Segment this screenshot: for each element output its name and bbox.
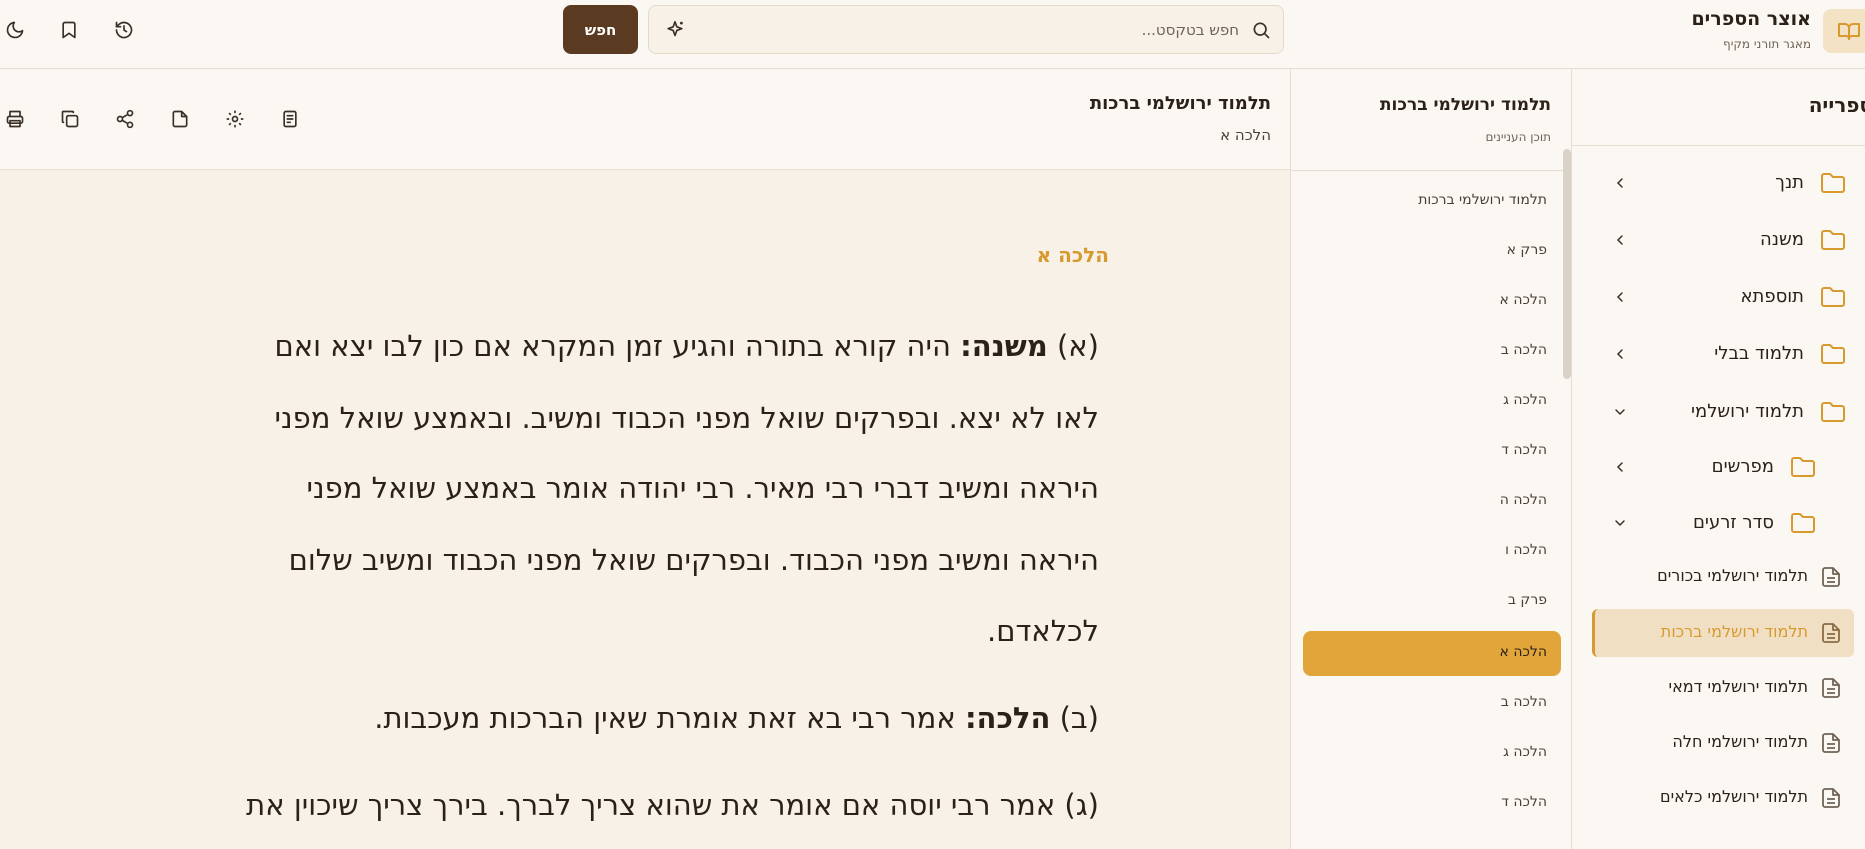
chevron-left-icon [1612, 346, 1628, 362]
chevron-down-icon [1612, 404, 1628, 420]
book-label: תלמוד ירושלמי דמאי [1668, 677, 1808, 696]
bookmark-icon[interactable] [53, 14, 85, 46]
category-label: תוספתא [1740, 286, 1804, 307]
toc-item[interactable]: תלמוד ירושלמי ברכות [1303, 179, 1561, 224]
gear-icon[interactable] [220, 104, 250, 134]
text-line: היראה ומשיב מפני הכבוד. ובפרקים שואל מפנ… [288, 543, 1099, 577]
toc-title: תלמוד ירושלמי ברכות [1379, 95, 1551, 115]
category-yerushalmi[interactable]: תלמוד ירושלמי [1572, 392, 1865, 432]
folder-icon [1820, 343, 1846, 365]
text-line: (א) משנה: היה קורא בתורה והגיע זמן המקרא… [274, 329, 1100, 363]
document-icon [1822, 733, 1840, 753]
document-icon [1822, 678, 1840, 698]
toc-item[interactable]: הלכה ו [1303, 529, 1561, 574]
toc-item[interactable]: הלכה ב [1303, 329, 1561, 374]
folder-icon [1820, 229, 1846, 251]
toc-item[interactable]: פרק א [1303, 229, 1561, 274]
text-line: לאו לא יצא. ובפרקים שואל מפני הכבוד ומשי… [274, 401, 1099, 435]
search-button[interactable]: חפש [563, 5, 638, 54]
toc-item[interactable]: הלכה ה [1303, 479, 1561, 524]
sparkle-icon[interactable] [659, 14, 691, 46]
toc-item[interactable]: פרק ב [1303, 579, 1561, 624]
search-icon [1245, 14, 1277, 46]
book-item[interactable]: תלמוד ירושלמי בכורים [1592, 553, 1854, 601]
book-label: תלמוד ירושלמי חלה [1672, 732, 1808, 751]
chevron-left-icon [1612, 289, 1628, 305]
chevron-left-icon [1612, 232, 1628, 248]
history-icon[interactable] [108, 14, 140, 46]
toc-item[interactable]: הלכה ג [1303, 379, 1561, 424]
toc-scrollbar[interactable] [1563, 149, 1571, 379]
category-tanakh[interactable]: תנך [1572, 163, 1865, 203]
book-item[interactable]: תלמוד ירושלמי חלה [1592, 719, 1854, 767]
category-label: תנך [1775, 172, 1804, 193]
text-line: היראה ומשיב דברי רבי מאיר. רבי יהודה אומ… [306, 471, 1099, 505]
top-bar: חפש אוצר הספרים מאגר תורני מקיף [0, 0, 1865, 69]
category-label: תלמוד בבלי [1714, 343, 1804, 364]
folder-icon [1790, 512, 1816, 534]
folder-icon [1820, 286, 1846, 308]
text-line: (ג) אמר רבי יוסה אם אומר את שהוא צריך לב… [246, 788, 1099, 822]
library-panel: ספרייה תנך משנה תוספתא תלמוד בבלי תלמוד … [1571, 69, 1865, 849]
search-box [648, 5, 1284, 54]
document-icon[interactable] [275, 104, 305, 134]
toc-item[interactable]: הלכה א [1303, 279, 1561, 324]
toc-item[interactable]: הלכה ג [1303, 731, 1561, 776]
share-icon[interactable] [110, 104, 140, 134]
folder-icon [1820, 401, 1846, 423]
book-item[interactable]: תלמוד ירושלמי כלאים [1592, 774, 1854, 822]
book-label: תלמוד ירושלמי כלאים [1659, 787, 1808, 806]
category-label: משנה [1760, 229, 1804, 250]
book-item-selected[interactable]: תלמוד ירושלמי ברכות [1592, 609, 1854, 657]
toc-item-active[interactable]: הלכה א [1303, 631, 1561, 676]
content-area: תלמוד ירושלמי ברכות הלכה א הלכה א (א) מש… [0, 69, 1290, 849]
section-heading: הלכה א [1036, 243, 1109, 267]
category-label: תלמוד ירושלמי [1690, 401, 1804, 422]
subcategory-label: סדר זרעים [1692, 512, 1774, 533]
book-logo-icon [1823, 9, 1865, 53]
book-label: תלמוד ירושלמי בכורים [1657, 566, 1808, 585]
divider [1572, 145, 1865, 146]
document-icon [1822, 788, 1840, 808]
folder-icon [1790, 456, 1816, 478]
document-icon [1822, 567, 1840, 587]
chevron-left-icon [1612, 175, 1628, 191]
toc-panel: תלמוד ירושלמי ברכות תוכן העניינים תלמוד … [1290, 69, 1571, 849]
divider [1291, 170, 1571, 171]
toc-subtitle: תוכן העניינים [1485, 130, 1551, 144]
book-item[interactable]: תלמוד ירושלמי דמאי [1592, 664, 1854, 712]
folder-icon [1820, 172, 1846, 194]
toc-item[interactable]: הלכה ב [1303, 681, 1561, 726]
dark-mode-icon[interactable] [0, 14, 31, 46]
toc-item[interactable]: הלכה ד [1303, 429, 1561, 474]
content-title: תלמוד ירושלמי ברכות [1089, 93, 1271, 114]
library-title: ספרייה [1808, 93, 1865, 117]
print-icon[interactable] [0, 104, 30, 134]
category-bavli[interactable]: תלמוד בבלי [1572, 334, 1865, 374]
book-label: תלמוד ירושלמי ברכות [1660, 622, 1808, 641]
chevron-left-icon [1612, 459, 1628, 475]
copy-icon[interactable] [55, 104, 85, 134]
subcategory-seder-zeraim[interactable]: סדר זרעים [1572, 503, 1865, 543]
content-subtitle: הלכה א [1220, 126, 1271, 144]
search-input[interactable] [719, 16, 1239, 44]
toc-item[interactable]: הלכה ד [1303, 781, 1561, 826]
category-tosefta[interactable]: תוספתא [1572, 277, 1865, 317]
subcategory-label: מפרשים [1711, 456, 1774, 477]
content-header: תלמוד ירושלמי ברכות הלכה א [0, 69, 1290, 170]
text-line: לכלאדם. [987, 614, 1099, 648]
text-line: (ב) הלכה: אמר רבי בא זאת אומרת שאין הברכ… [374, 701, 1099, 735]
document-icon [1822, 623, 1840, 643]
category-mishna[interactable]: משנה [1572, 220, 1865, 260]
subcategory-meforshim[interactable]: מפרשים [1572, 447, 1865, 487]
chevron-down-icon [1612, 515, 1628, 531]
brand-title: אוצר הספרים [1691, 8, 1811, 30]
note-icon[interactable] [165, 104, 195, 134]
brand-subtitle: מאגר תורני מקיף [1723, 37, 1811, 51]
